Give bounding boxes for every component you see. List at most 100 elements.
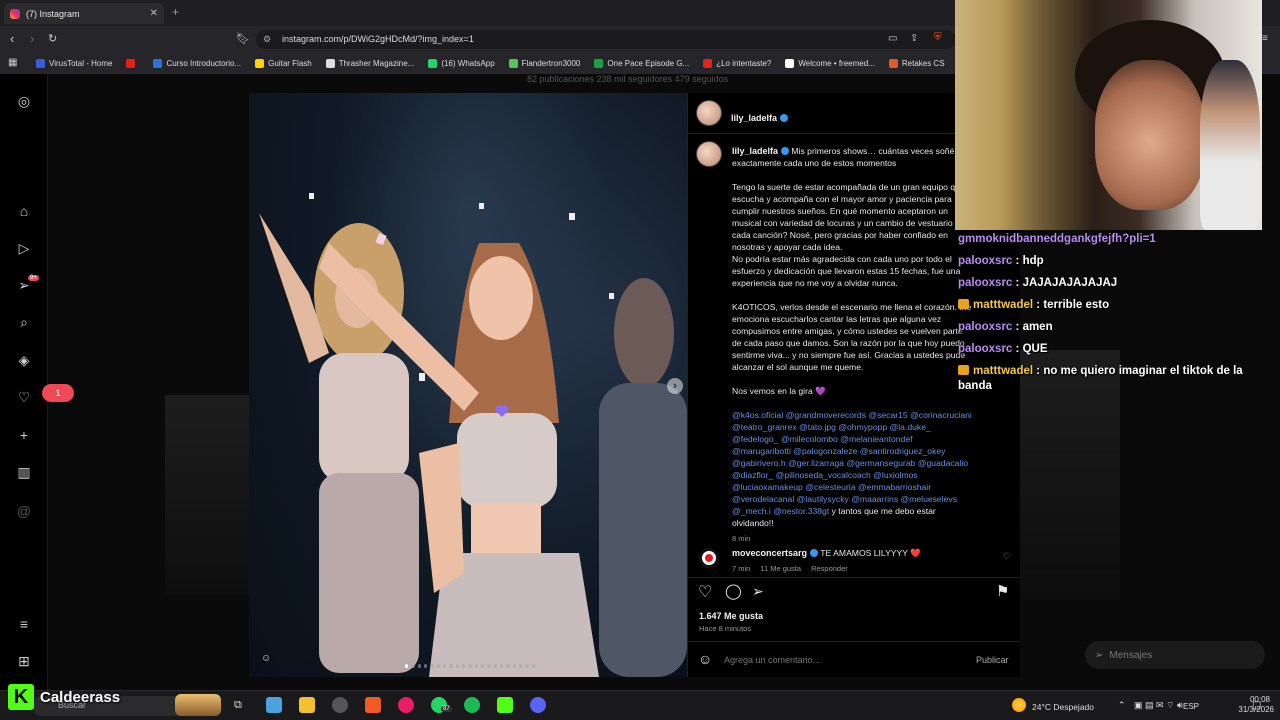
tray-apps-icon[interactable]: ▣ ▤ ✉ ⌔ 🔊︎ — [1134, 700, 1183, 711]
bookmark-icon[interactable]: 🔖︎ — [236, 32, 250, 45]
messages-button[interactable]: ➢ Mensajes — [1085, 641, 1265, 669]
tagged-users-icon[interactable]: ☺ — [261, 653, 271, 664]
comment-username[interactable]: moveconcertsarg — [732, 548, 807, 558]
brave-browser-icon[interactable] — [365, 697, 381, 713]
author-avatar[interactable] — [696, 100, 722, 126]
search-icon[interactable]: ⌕ — [16, 314, 32, 330]
comment-reply[interactable]: Responder — [811, 564, 848, 573]
url-field[interactable]: instagram.com/p/DWiG2gHDcMd/?img_index=1 — [256, 30, 956, 49]
comment-icon[interactable]: ◯ — [725, 582, 742, 600]
site-settings-icon[interactable]: ⚙ — [263, 34, 271, 45]
bookmark-item[interactable]: Welcome • freemed... — [785, 58, 875, 68]
comment-input[interactable] — [724, 652, 964, 668]
bookmark-favicon-icon — [508, 58, 518, 68]
new-tab-icon[interactable]: + — [172, 5, 179, 19]
task-view-icon[interactable]: ⧉ — [234, 699, 242, 712]
caption-paragraph-3: K4OTICOS, verlos desde el escenario me l… — [732, 302, 972, 372]
emoji-icon[interactable]: ☺ — [698, 651, 712, 667]
webcam-person-2 — [1200, 60, 1260, 230]
forward-icon[interactable]: › — [30, 31, 34, 46]
tray-chevron-icon[interactable]: ⌃ — [1118, 700, 1126, 711]
threads-icon[interactable]: @ — [16, 503, 32, 519]
publish-button[interactable]: Publicar — [976, 655, 1009, 665]
cast-icon[interactable]: ▭ — [888, 33, 897, 44]
next-image-icon[interactable]: › — [667, 378, 683, 394]
bookmark-item[interactable]: Thrasher Magazine... — [325, 58, 414, 68]
create-icon[interactable]: + — [16, 427, 32, 443]
also-from-meta-icon[interactable]: ⊞ — [16, 653, 32, 669]
post-image[interactable]: › ☺ — [249, 93, 687, 677]
streamer-logo: K Caldeerass — [8, 684, 120, 710]
reels-icon[interactable]: ▷ — [16, 240, 32, 256]
caption-avatar[interactable] — [696, 141, 722, 167]
share-post-icon[interactable]: ➢ — [752, 583, 764, 600]
author-username[interactable]: lily_ladelfa — [731, 113, 777, 123]
spotify-icon[interactable] — [464, 697, 480, 713]
chat-username[interactable]: palooxsrc — [958, 277, 1012, 289]
bookmark-label: Guitar Flash — [268, 58, 312, 68]
bookmark-item[interactable]: Retakes CS — [888, 58, 945, 68]
menu-icon[interactable]: ≡ — [1262, 33, 1268, 44]
bookmark-item[interactable]: (16) WhatsApp — [428, 58, 495, 68]
bookmark-label: Retakes CS — [901, 58, 945, 68]
share-icon[interactable]: ⇪ — [910, 33, 918, 44]
comment-meta: 7 min 11 Me gusta Responder — [732, 564, 848, 573]
dashboard-icon[interactable]: ▥ — [16, 464, 32, 480]
chat-username[interactable]: palooxsrc — [958, 343, 1012, 355]
kick-icon[interactable] — [497, 697, 513, 713]
streamer-webcam — [955, 0, 1262, 230]
store-icon[interactable] — [266, 697, 282, 713]
more-menu-icon[interactable]: ≡ — [16, 616, 32, 632]
apps-grid-icon[interactable]: ▦ — [8, 57, 17, 68]
comment-likes[interactable]: 11 Me gusta — [760, 564, 801, 573]
commenter-avatar[interactable] — [699, 548, 719, 568]
app-icon[interactable] — [398, 697, 414, 713]
notifications-icon[interactable]: ▢ — [1252, 700, 1261, 711]
bookmark-item[interactable] — [126, 58, 139, 68]
bookmark-item[interactable]: VirusTotal - Home — [36, 58, 112, 68]
comment-text: TE AMAMOS LILYYYY ❤️ — [820, 548, 921, 558]
instagram-logo-icon[interactable]: ◎ — [16, 93, 32, 109]
chat-username[interactable]: gmmoknidbanneddgankgfejfh?pli=1 — [958, 233, 1156, 245]
chat-message: matttwadel : no me quiero imaginar el ti… — [958, 364, 1268, 394]
reload-icon[interactable]: ↻ — [48, 32, 57, 45]
messages-badge: 9+ — [28, 275, 39, 281]
chat-username[interactable]: palooxsrc — [958, 321, 1012, 333]
back-icon[interactable]: ‹ — [10, 31, 14, 46]
weather-text[interactable]: 24°C Despejado — [1032, 702, 1094, 712]
bookmark-item[interactable]: ¿Lo intentaste? — [703, 58, 771, 68]
bookmark-item[interactable]: Flandertron3000 — [508, 58, 580, 68]
chat-username[interactable]: matttwadel — [973, 299, 1033, 311]
notifications-heart-icon[interactable]: ♡ — [16, 389, 32, 405]
save-icon[interactable]: ⚑ — [996, 582, 1009, 600]
brave-shield-icon[interactable]: ⛨ — [934, 32, 942, 43]
home-icon[interactable]: ⌂ — [16, 203, 32, 219]
bookmark-favicon-icon — [428, 58, 438, 68]
profile-stats: 82 publicaciones 238 mil seguidores 479 … — [527, 74, 729, 84]
file-explorer-icon[interactable] — [299, 697, 315, 713]
like-icon[interactable]: ♡ — [698, 582, 712, 602]
discord-icon[interactable] — [530, 697, 546, 713]
explore-icon[interactable]: ◈ — [16, 352, 32, 368]
caption-tags[interactable]: @k4os.oficial @grandmoverecords @secar15… — [732, 410, 972, 516]
chat-message: palooxsrc : amen — [958, 320, 1268, 335]
language-indicator[interactable]: ESP — [1183, 702, 1199, 711]
bookmark-favicon-icon — [255, 58, 265, 68]
chat-text: amen — [1022, 321, 1053, 333]
tab-instagram[interactable]: (7) Instagram ✕ — [4, 3, 164, 24]
bookmark-item[interactable]: One Pace Episode G... — [594, 58, 689, 68]
obs-icon[interactable] — [332, 697, 348, 713]
bookmark-favicon-icon — [888, 58, 898, 68]
bookmark-label: Welcome • freemed... — [798, 58, 875, 68]
chat-username[interactable]: palooxsrc — [958, 255, 1012, 267]
comment-time: 7 min — [732, 564, 751, 573]
notification-badge[interactable]: 1 — [42, 384, 74, 402]
likes-count[interactable]: 1.647 Me gusta — [699, 611, 763, 621]
close-tab-icon[interactable]: ✕ — [150, 8, 158, 19]
bookmark-item[interactable]: Guitar Flash — [255, 58, 312, 68]
concert-photo-illustration — [259, 193, 687, 677]
like-comment-icon[interactable]: ♡ — [1003, 551, 1011, 562]
bookmark-item[interactable]: Curso Introductorio... — [153, 58, 241, 68]
chat-username[interactable]: matttwadel — [973, 365, 1033, 377]
caption-username[interactable]: lily_ladelfa — [732, 146, 778, 156]
